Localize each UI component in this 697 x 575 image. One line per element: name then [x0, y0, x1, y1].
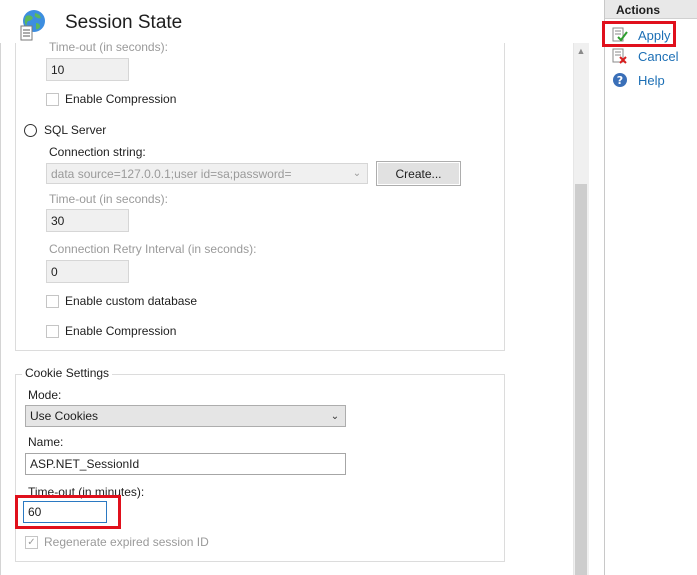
mode-label: Mode:: [28, 388, 62, 402]
mode-select-value: Use Cookies: [30, 409, 99, 423]
connection-string-combo[interactable]: data source=127.0.0.1;user id=sa;passwor…: [46, 163, 368, 184]
create-button[interactable]: Create...: [376, 161, 461, 186]
custom-database-label: Enable custom database: [65, 294, 198, 308]
help-action[interactable]: ? Help: [612, 72, 665, 88]
regenerate-session-label: Regenerate expired session ID: [44, 535, 209, 549]
name-label: Name:: [28, 435, 64, 449]
apply-action[interactable]: Apply: [612, 27, 671, 43]
cancel-label[interactable]: Cancel: [638, 49, 678, 64]
chevron-down-icon[interactable]: ⌄: [347, 168, 367, 179]
cookie-settings-legend: Cookie Settings: [22, 366, 113, 380]
checkbox-checked-icon[interactable]: ✓: [25, 535, 38, 549]
state-server-compression-label: Enable Compression: [65, 92, 177, 106]
chevron-down-icon[interactable]: ⌄: [325, 411, 345, 422]
checkbox-box[interactable]: [46, 294, 59, 308]
retry-interval-label: Connection Retry Interval (in seconds):: [49, 242, 257, 256]
state-server-timeout-input[interactable]: 10: [46, 58, 129, 81]
sql-compression-checkbox[interactable]: Enable Compression: [46, 324, 176, 338]
regenerate-session-checkbox[interactable]: ✓ Regenerate expired session ID: [25, 535, 209, 549]
sql-timeout-label: Time-out (in seconds):: [49, 192, 168, 206]
custom-database-checkbox[interactable]: Enable custom database: [46, 294, 197, 308]
actions-title: Actions: [616, 3, 661, 17]
state-server-timeout-label: Time-out (in seconds):: [49, 40, 168, 54]
apply-label[interactable]: Apply: [638, 28, 671, 43]
state-server-compression-checkbox[interactable]: Enable Compression: [46, 92, 176, 106]
apply-icon: [612, 27, 628, 43]
cancel-action[interactable]: Cancel: [612, 48, 678, 64]
scrollbar-thumb[interactable]: [575, 184, 587, 575]
sql-compression-label: Enable Compression: [65, 324, 177, 338]
radio-button[interactable]: [24, 123, 37, 137]
cookie-timeout-input[interactable]: 60: [23, 501, 107, 523]
cancel-icon: [612, 48, 628, 64]
connection-string-label: Connection string:: [49, 145, 146, 159]
sql-server-radio[interactable]: SQL Server: [24, 123, 106, 137]
help-icon: ?: [612, 72, 628, 88]
session-state-icon: [18, 8, 52, 42]
connection-string-value: data source=127.0.0.1;user id=sa;passwor…: [51, 166, 292, 181]
retry-interval-input[interactable]: 0: [46, 260, 129, 283]
help-label[interactable]: Help: [638, 73, 665, 88]
scroll-up-arrow-icon[interactable]: ▲: [573, 43, 589, 59]
checkbox-box[interactable]: [46, 324, 59, 338]
checkbox-box[interactable]: [46, 92, 59, 106]
mode-select[interactable]: Use Cookies ⌄: [25, 405, 346, 427]
cookie-name-input[interactable]: ASP.NET_SessionId: [25, 453, 346, 475]
sql-server-radio-label: SQL Server: [44, 123, 107, 137]
sql-timeout-input[interactable]: 30: [46, 209, 129, 232]
page-title: Session State: [65, 12, 183, 33]
svg-text:?: ?: [617, 74, 623, 87]
